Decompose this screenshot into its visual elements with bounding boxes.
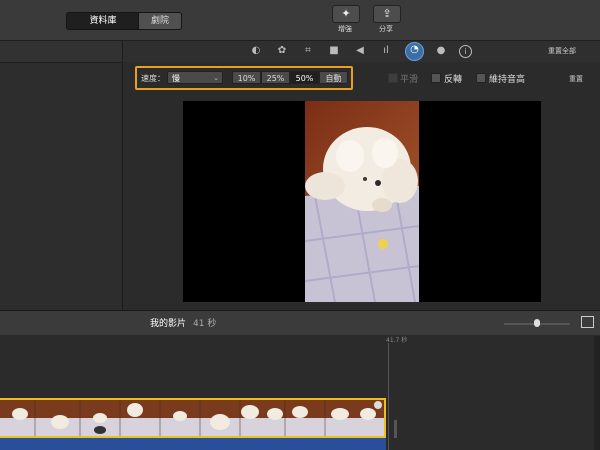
dog-video-image [305,101,419,302]
volume-icon[interactable]: ◀ [353,44,367,58]
playhead[interactable] [388,343,389,450]
project-duration: 41 秒 [193,319,217,329]
clip-filmstrip [0,400,384,436]
stabilization-icon[interactable]: ■ [327,44,341,58]
speed-auto-button[interactable]: 自動 [319,71,348,84]
preserve-pitch-label: 維持音高 [489,75,526,85]
speed-icon[interactable]: ◔ [405,42,424,61]
project-title: 我的影片 [150,319,187,329]
crop-icon[interactable]: ⌗ [301,44,315,58]
zoom-slider-handle[interactable] [534,319,540,327]
smooth-label: 平滑 [400,75,419,85]
enhance-button[interactable]: ✦ [332,5,360,23]
theater-tab[interactable]: 劇院 [138,12,182,30]
reset-button[interactable]: 重置 [569,74,583,84]
timeline-end-marker [394,420,397,438]
browser-panel [0,41,123,310]
chevron-down-icon: ⌄ [213,74,219,82]
speed-10-button[interactable]: 10% [232,71,261,84]
color-balance-icon[interactable]: ◐ [249,44,263,58]
info-icon[interactable]: i [459,45,472,58]
share-label: 分享 [379,25,393,33]
enhance-label: 增強 [338,25,352,33]
preserve-pitch-checkbox[interactable] [476,73,486,83]
video-frame [305,101,419,302]
reverse-label: 反轉 [444,75,463,85]
share-button[interactable]: ⇪ [373,5,401,23]
audio-track[interactable] [0,438,386,450]
speed-dropdown-value: 慢 [172,74,180,83]
browser-header [0,41,122,63]
clip-appearance-icon[interactable] [581,316,594,328]
speed-50-button[interactable]: 50% [290,71,319,84]
library-tab[interactable]: 資料庫 [66,12,140,30]
video-clip[interactable] [0,398,386,438]
palette-icon[interactable]: ✿ [275,44,289,58]
speed-25-button[interactable]: 25% [261,71,290,84]
equalizer-icon[interactable]: ıl [379,44,393,58]
reverse-checkbox[interactable] [431,73,441,83]
speed-label: 速度： [141,74,165,83]
timeline-scrollbar[interactable] [594,336,600,450]
speed-dropdown[interactable]: 慢 ⌄ [167,71,223,84]
reset-all-button[interactable]: 重置全部 [548,46,576,56]
filter-icon[interactable]: ● [434,44,448,58]
smooth-checkbox[interactable] [388,73,398,83]
playhead-time: 41.7 秒 [386,337,408,344]
magic-wand-icon: ✦ [341,7,351,20]
share-icon: ⇪ [382,7,392,20]
